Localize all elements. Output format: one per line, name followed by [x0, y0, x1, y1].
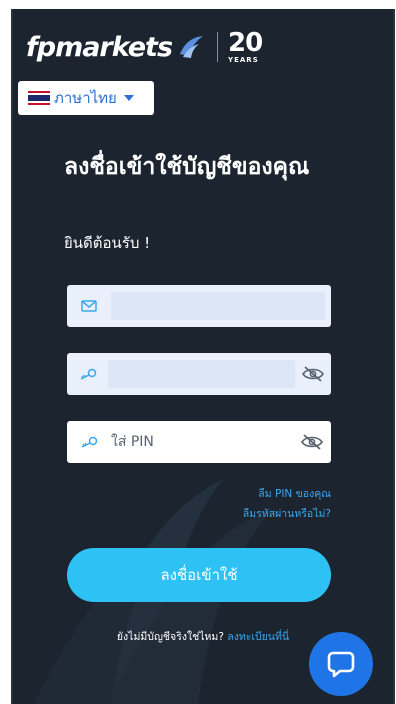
brand-name: fpmarkets [26, 31, 173, 63]
chat-button[interactable] [309, 632, 373, 696]
language-label: ภาษาไทย [54, 89, 117, 107]
signup-prompt: ยังไม่มีบัญชีจริงใช่ไหม? [116, 631, 224, 643]
chat-icon [327, 651, 355, 678]
logo-divider [217, 32, 219, 62]
key-icon [67, 368, 108, 380]
password-input[interactable] [108, 360, 296, 388]
forgot-password-link[interactable]: ลืมรหัสผ่านหรือไม่? [243, 504, 331, 524]
key-icon [67, 436, 111, 448]
login-button[interactable]: ลงชื่อเข้าใช้ [67, 548, 331, 602]
login-screen: fpmarkets 20 YEARS ภาษาไทย ลงชื่อเข้าใช้… [11, 9, 395, 704]
pin-field[interactable]: ใส่ PIN [67, 421, 331, 463]
years-number: 20 [228, 28, 263, 58]
chevron-down-icon [123, 95, 134, 101]
welcome-text: ยินดีต้อนรับ ! [64, 234, 151, 252]
pin-input[interactable]: ใส่ PIN [111, 431, 293, 453]
years-label: YEARS [228, 56, 259, 64]
thailand-flag-icon [28, 91, 50, 105]
email-input[interactable] [111, 292, 325, 320]
eye-off-icon[interactable] [293, 434, 331, 450]
brand-logo: fpmarkets 20 YEARS [26, 27, 263, 67]
logo-swirl-icon [180, 36, 204, 58]
language-selector[interactable]: ภาษาไทย [18, 81, 154, 115]
eye-off-icon[interactable] [295, 366, 331, 382]
recovery-links: ลืม PIN ของคุณ ลืมรหัสผ่านหรือไม่? [243, 484, 331, 524]
anniversary-badge: 20 YEARS [228, 28, 263, 64]
signup-link[interactable]: ลงทะเบียนที่นี่ [227, 631, 289, 643]
page-title: ลงชื่อเข้าใช้บัญชีของคุณ [64, 154, 310, 180]
password-field[interactable] [67, 353, 331, 395]
email-field[interactable] [67, 285, 331, 327]
mail-icon [67, 300, 111, 312]
forgot-pin-link[interactable]: ลืม PIN ของคุณ [243, 484, 331, 504]
